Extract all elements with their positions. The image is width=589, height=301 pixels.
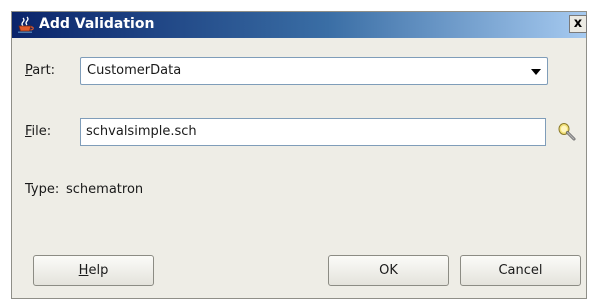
ok-button[interactable]: OK [328, 255, 449, 286]
chevron-down-icon[interactable] [531, 69, 541, 75]
part-select[interactable]: CustomerData [80, 57, 548, 85]
cancel-button[interactable]: Cancel [460, 255, 581, 286]
add-validation-dialog: Add Validation x Part: CustomerData File… [11, 11, 587, 299]
dialog-title: Add Validation [39, 16, 155, 32]
help-label: elp [88, 263, 109, 278]
java-cup-icon [17, 16, 35, 34]
file-label-text: ile: [31, 124, 52, 139]
help-button[interactable]: Help [33, 255, 154, 286]
file-label: File: [25, 124, 51, 139]
part-label-text: art: [32, 63, 56, 78]
part-label: Part: [25, 63, 55, 78]
type-value: schematron [66, 182, 144, 197]
title-bar: Add Validation x [12, 12, 587, 38]
file-input-value: schvalsimple.sch [86, 124, 197, 139]
type-label: Type: [25, 182, 60, 197]
flashlight-search-icon[interactable] [557, 122, 577, 142]
file-input[interactable]: schvalsimple.sch [80, 118, 546, 146]
help-mnemonic: H [78, 263, 89, 278]
part-select-value: CustomerData [87, 63, 182, 78]
close-button[interactable]: x [569, 15, 587, 33]
